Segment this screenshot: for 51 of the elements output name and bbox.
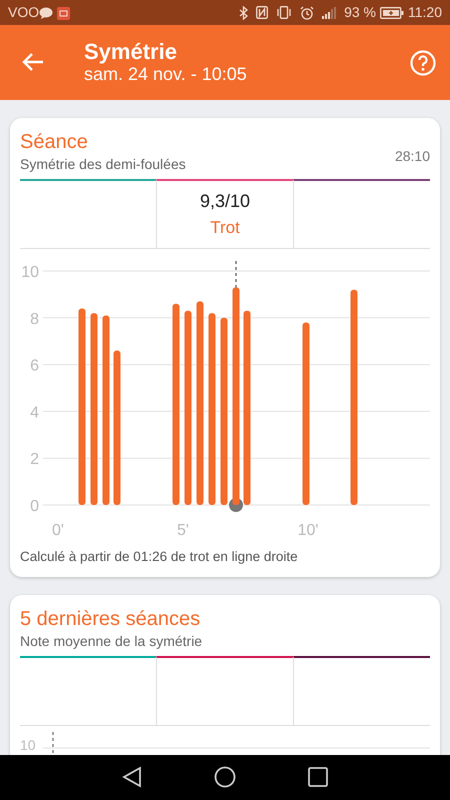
axis-label: 10 (20, 737, 36, 754)
footnote: Calculé à partir de 01:26 de trot en ligne droite (20, 548, 299, 566)
bar[interactable] (78, 308, 86, 505)
chat-bubble-icon (39, 6, 54, 18)
battery-icon (380, 6, 404, 18)
screen-title: Symétrie (84, 40, 178, 64)
session-duration: 28:10 (394, 147, 430, 166)
clock-time: 11:20 (408, 3, 442, 22)
gait-label: Trot (210, 217, 240, 240)
bar[interactable] (208, 313, 216, 505)
axis-label: 0' (52, 522, 64, 539)
recents-nav-button[interactable] (308, 766, 328, 790)
axis-label: 2 (30, 451, 39, 468)
score-value: 9,3/10 (200, 190, 250, 214)
card-subtitle: Symétrie des demi-foulées (20, 155, 187, 174)
back-arrow-icon (22, 52, 44, 72)
card-title: Séance (20, 130, 89, 154)
circle-icon (214, 766, 236, 788)
axis-label: 5' (177, 522, 189, 539)
axis-label: 4 (30, 404, 39, 422)
home-nav-button[interactable] (214, 766, 236, 790)
alarm-clock-icon (300, 6, 314, 20)
bluetooth-icon (239, 6, 248, 20)
vibrate-icon (276, 6, 292, 19)
carrier-name: VOO (8, 3, 40, 22)
session-date: sam. 24 nov. - 10:05 (84, 64, 248, 86)
bar[interactable] (102, 315, 110, 505)
triangle-icon (122, 766, 142, 788)
axis-label: 8 (30, 310, 39, 328)
bar[interactable] (302, 322, 310, 505)
axis-label: 6 (30, 358, 39, 375)
battery-percent: 93 % (344, 3, 376, 22)
cursor-line (52, 732, 54, 755)
help-icon (410, 50, 436, 76)
help-button[interactable] (410, 50, 436, 76)
axis-label: 0 (30, 498, 39, 515)
nfc-icon (256, 6, 268, 19)
bar[interactable] (172, 304, 180, 505)
bar[interactable] (184, 310, 192, 505)
bar[interactable] (114, 350, 120, 505)
bar[interactable] (196, 301, 204, 505)
square-icon (308, 767, 328, 788)
signal-icon (322, 6, 336, 18)
app-notification-icon (57, 6, 70, 20)
card-title: 5 dernières séances (20, 607, 202, 632)
axis-label: 10' (298, 522, 318, 539)
axis-label: 10 (21, 264, 39, 281)
bar[interactable] (350, 290, 358, 505)
back-nav-button[interactable] (122, 766, 142, 790)
card-subtitle: Note moyenne de la symétrie (20, 632, 204, 652)
bar[interactable] (90, 313, 98, 505)
